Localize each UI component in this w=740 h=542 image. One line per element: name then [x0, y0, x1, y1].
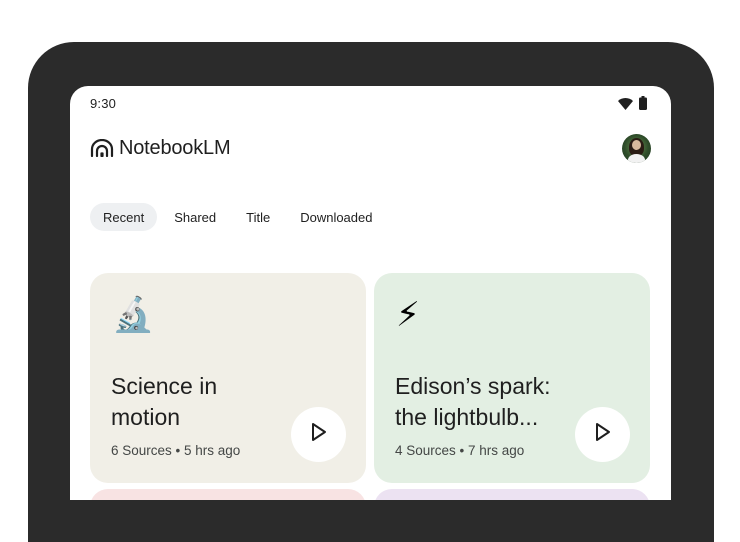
- avatar[interactable]: [622, 134, 651, 163]
- play-audio-button[interactable]: [575, 407, 630, 462]
- tab-downloaded[interactable]: Downloaded: [287, 203, 385, 231]
- notebook-card[interactable]: ⚡ Edison’s spark: the lightbulb... 4 Sou…: [374, 273, 650, 483]
- battery-icon: [639, 96, 647, 115]
- app-screen: 9:30 NotebookLM Recent Shared Title Down…: [70, 86, 671, 500]
- status-bar: 9:30: [70, 86, 671, 120]
- notebook-title: Edison’s spark: the lightbulb...: [395, 373, 551, 430]
- play-audio-button[interactable]: [291, 407, 346, 462]
- notebook-card[interactable]: 🔬 Science in motion 6 Sources • 5 hrs ag…: [90, 273, 366, 483]
- notebook-card-partial[interactable]: [90, 489, 366, 500]
- notebook-card-partial[interactable]: [374, 489, 650, 500]
- play-icon: [310, 422, 328, 447]
- tab-title[interactable]: Title: [233, 203, 283, 231]
- lightning-icon: ⚡: [396, 296, 420, 334]
- tab-recent[interactable]: Recent: [90, 203, 158, 231]
- filter-tabs: Recent Shared Title Downloaded: [90, 203, 385, 231]
- status-icons: [618, 96, 647, 115]
- wifi-icon: [618, 97, 633, 115]
- tab-shared[interactable]: Shared: [161, 203, 229, 231]
- notebooklm-logo-icon: [90, 138, 114, 162]
- microscope-icon: 🔬: [112, 296, 155, 334]
- status-time: 9:30: [90, 96, 117, 111]
- app-title: NotebookLM: [119, 137, 231, 159]
- play-icon: [594, 422, 612, 447]
- notebook-meta: 4 Sources • 7 hrs ago: [395, 443, 525, 458]
- notebook-meta: 6 Sources • 5 hrs ago: [111, 443, 241, 458]
- app-header: NotebookLM: [70, 130, 671, 170]
- notebook-title: Science in motion: [111, 373, 218, 430]
